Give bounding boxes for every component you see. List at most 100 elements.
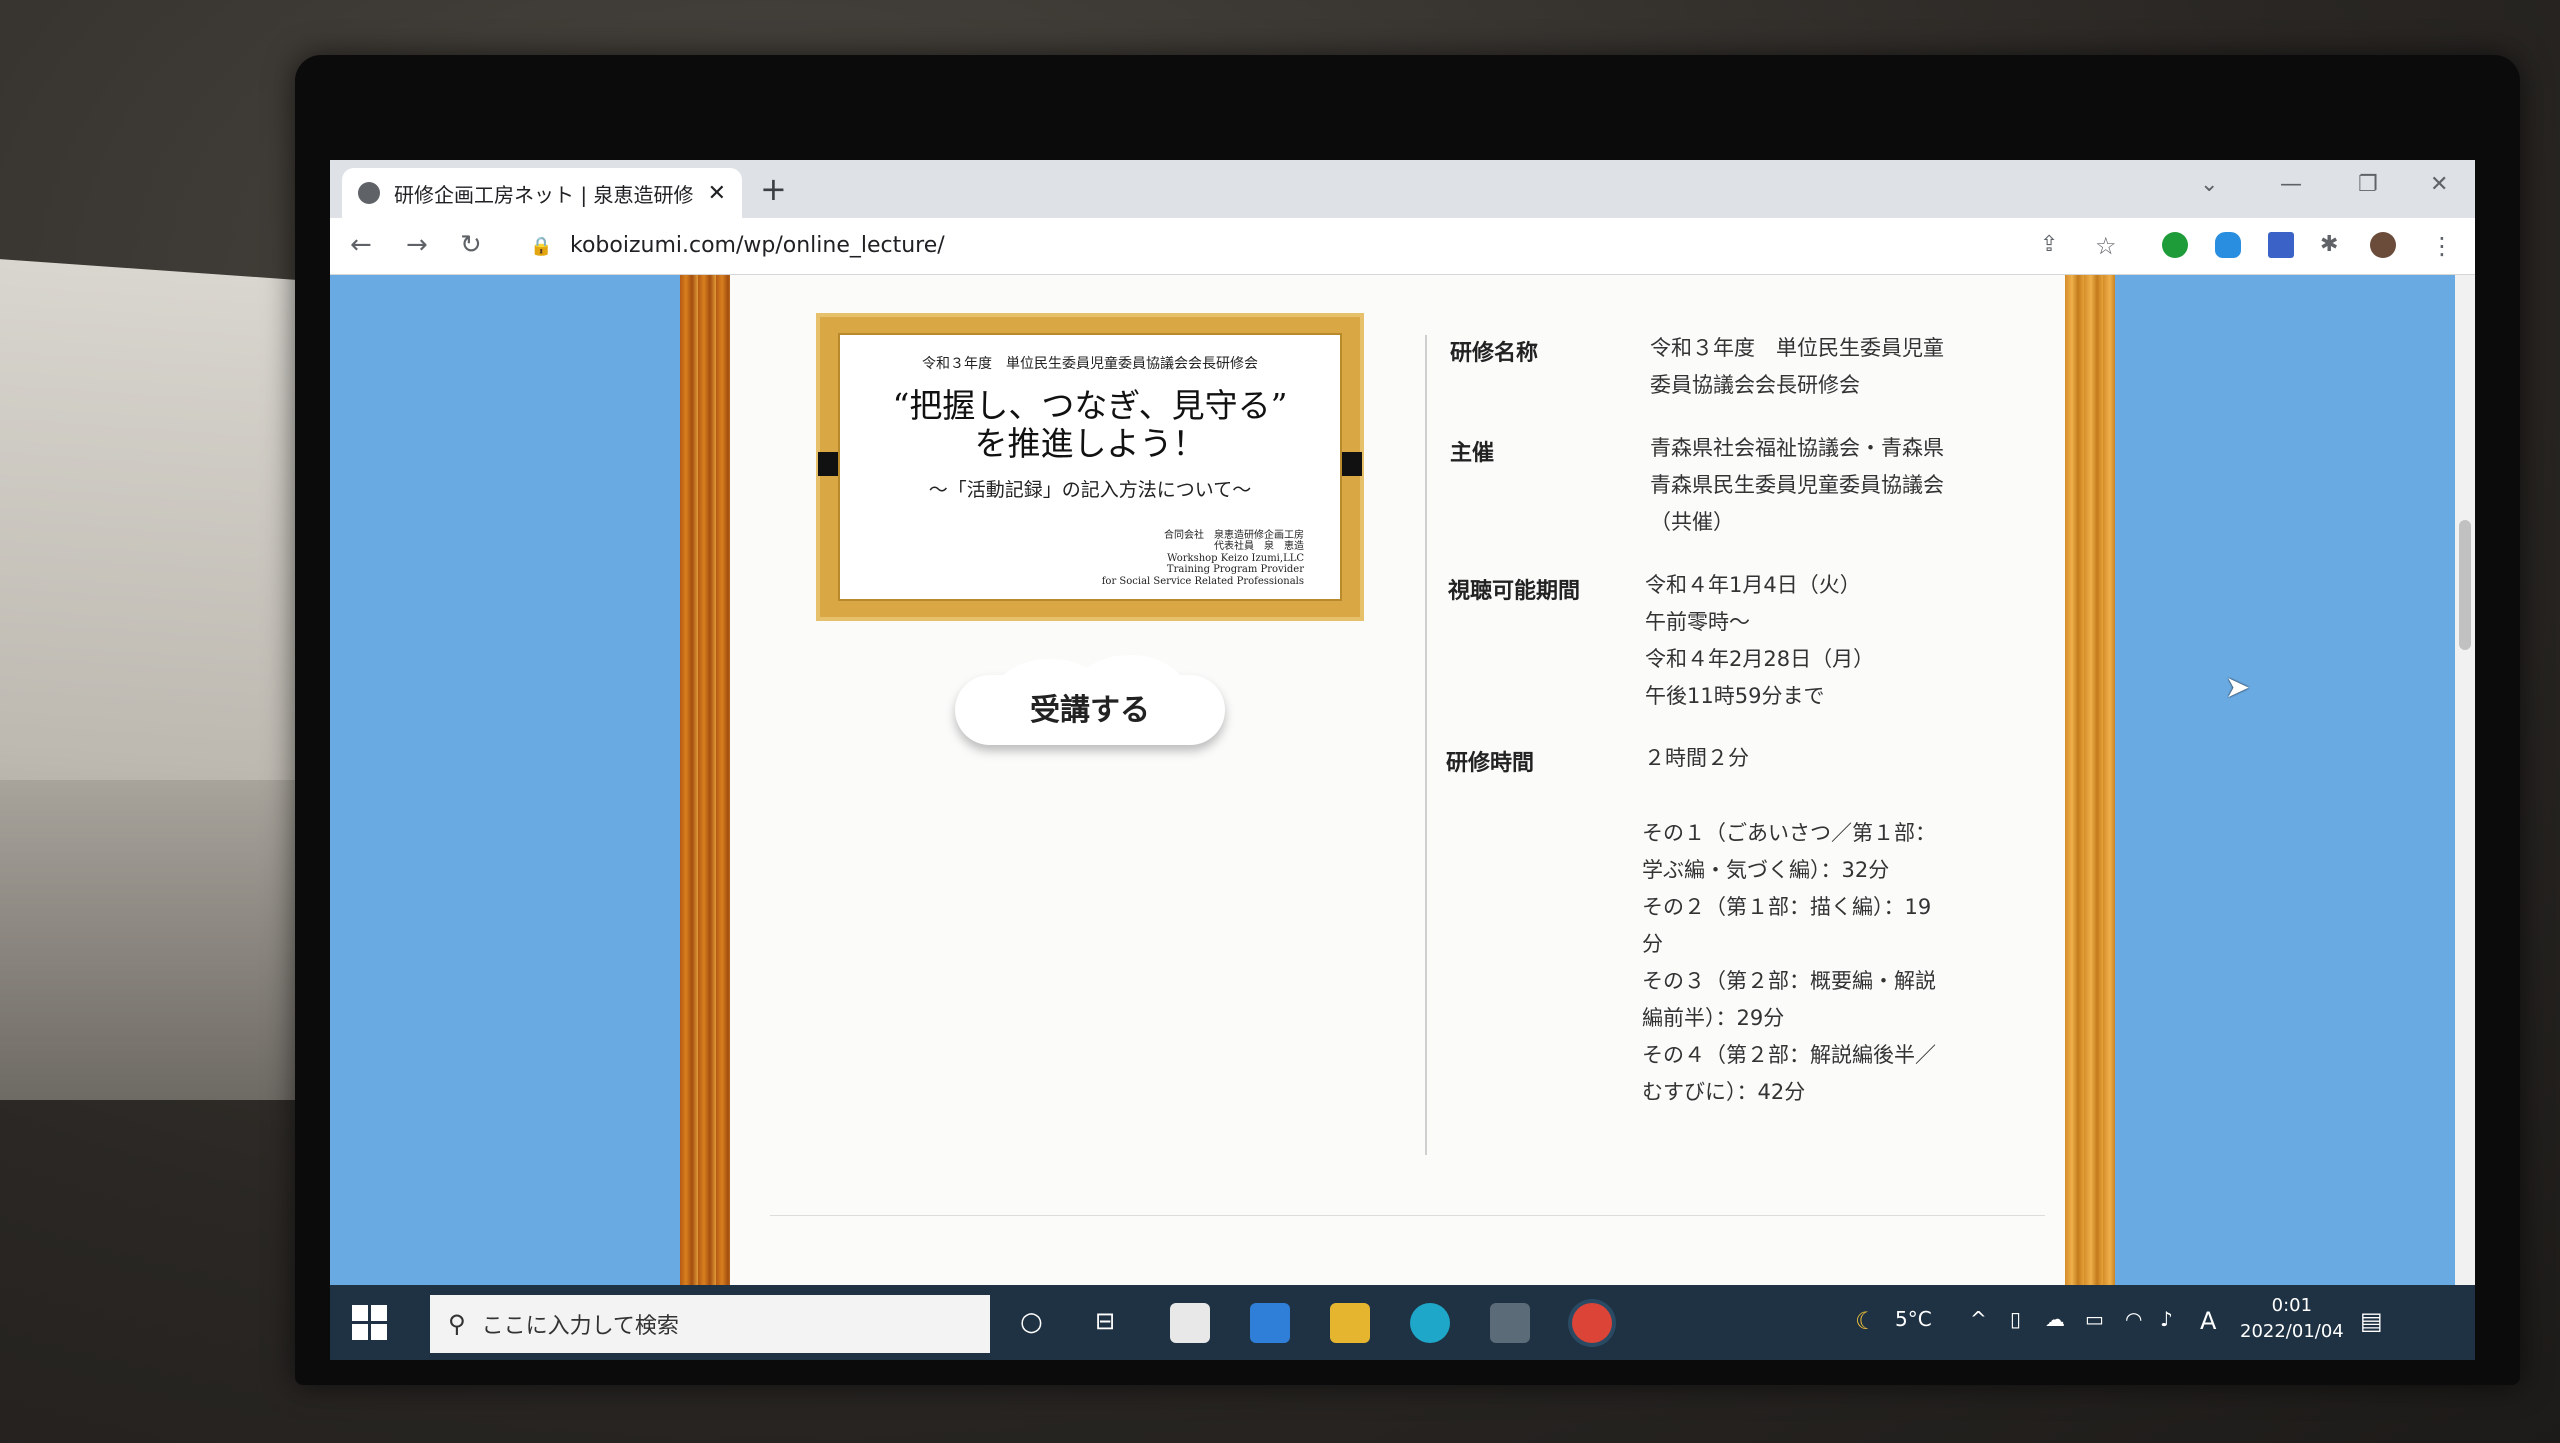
author-line: Workshop Keizo Izumi,LLC (1167, 552, 1304, 564)
value-line: 委員協議会会長研修会 (1650, 373, 1860, 397)
viewing-period-value: 令和４年1月4日（火） 午前零時～ 令和４年2月28日（月） 午後11時59分ま… (1645, 567, 1874, 715)
restore-icon[interactable]: ❐ (2358, 172, 2378, 197)
wood-frame-right (2065, 275, 2115, 1285)
value-line: 青森県民生委員児童委員協議会 (1650, 473, 1944, 497)
author-line: 合同会社 泉恵造研修企画工房 (1164, 529, 1304, 541)
tab-title: 研修企画工房ネット | 泉恵造研修企 (394, 182, 694, 207)
minimize-icon[interactable]: — (2280, 172, 2302, 197)
windows-taskbar: ⚲ ここに入力して検索 ○ ⊟ ☾ 5°C ^ ▯ ☁ ▭ ◠ ♪ A 0:01… (330, 1285, 2475, 1360)
globe-icon (358, 182, 380, 204)
part-line: その２（第１部：描く編）：19 (1642, 895, 1932, 919)
part-line: その３（第２部：概要編・解説 (1642, 969, 1936, 993)
desk-surface (0, 780, 330, 1100)
wood-frame-left (680, 275, 730, 1285)
slide-subtitle: ～「活動記録」の記入方法について～ (928, 478, 1252, 501)
chrome-icon[interactable] (1572, 1303, 1612, 1343)
menu-icon[interactable]: ⋮ (2430, 232, 2456, 260)
taskbar-search[interactable]: ⚲ ここに入力して検索 (430, 1295, 990, 1353)
edge-icon[interactable] (1410, 1303, 1450, 1343)
back-button[interactable]: ← (350, 230, 372, 260)
search-icon: ⚲ (448, 1310, 466, 1338)
scrollbar-thumb[interactable] (2459, 520, 2471, 650)
ime-indicator[interactable]: A (2200, 1307, 2216, 1335)
volume-icon[interactable]: ♪ (2160, 1307, 2173, 1331)
extension-blue-icon[interactable] (2268, 232, 2294, 258)
camera-icon[interactable] (1490, 1303, 1530, 1343)
share-icon[interactable]: ⇪ (2040, 232, 2066, 258)
tab-strip: 研修企画工房ネット | 泉恵造研修企 ✕ + ⌄ — ❐ ✕ (330, 160, 2475, 218)
author-line: Training Program Provider (1166, 564, 1304, 575)
part-line: その４（第２部：解説編後半／ (1642, 1043, 1936, 1067)
tray-chevron-up-icon[interactable]: ^ (1970, 1307, 1987, 1331)
value-line: 午前零時～ (1645, 610, 1750, 634)
page-viewport: 令和３年度 単位民生委員児童委員協議会会長研修会 “把握し、つなぎ、見守る” を… (330, 275, 2455, 1285)
value-line: 青森県社会福祉協議会・青森県 (1650, 436, 1944, 460)
forward-button[interactable]: → (406, 230, 428, 260)
reload-button[interactable]: ↻ (460, 230, 482, 260)
tab-search-chevron-icon[interactable]: ⌄ (2200, 172, 2218, 197)
enroll-button-label: 受講する (1030, 693, 1150, 728)
scrollbar[interactable] (2455, 275, 2475, 1285)
search-placeholder: ここに入力して検索 (481, 1314, 679, 1339)
slide-title-1: “把握し、つなぎ、見守る” (892, 386, 1288, 425)
weather-temp[interactable]: 5°C (1895, 1307, 1932, 1331)
slide-author: 合同会社 泉恵造研修企画工房 代表社員 泉 恵造 Workshop Keizo … (1102, 530, 1304, 588)
onedrive-tray-icon[interactable]: ☁ (2045, 1307, 2065, 1331)
window-close-icon[interactable]: ✕ (2430, 172, 2448, 197)
bookmark-star-icon[interactable]: ☆ (2095, 232, 2121, 260)
info-divider (1425, 335, 1427, 1155)
course-name-value: 令和３年度 単位民生委員児童 委員協議会会長研修会 (1650, 330, 1944, 404)
slide-card: 令和３年度 単位民生委員児童委員協議会会長研修会 “把握し、つなぎ、見守る” を… (838, 333, 1342, 601)
author-line: 代表社員 泉 恵造 (1214, 541, 1304, 552)
taskbar-clock[interactable]: 0:01 2022/01/04 (2240, 1293, 2344, 1345)
browser-tab[interactable]: 研修企画工房ネット | 泉恵造研修企 ✕ (342, 168, 742, 218)
screen: 研修企画工房ネット | 泉恵造研修企 ✕ + ⌄ — ❐ ✕ ← → ↻ 🔒 k… (330, 160, 2475, 1360)
viewing-period-label: 視聴可能期間 (1448, 579, 1581, 604)
wifi-icon[interactable]: ◠ (2125, 1307, 2142, 1331)
task-view-icon[interactable]: ⊟ (1095, 1307, 1115, 1335)
new-tab-button[interactable]: + (760, 170, 787, 208)
browser-toolbar: ← → ↻ 🔒 koboizumi.com/wp/online_lecture/… (330, 218, 2475, 275)
part-line: 分 (1642, 932, 1663, 956)
enroll-button[interactable]: 受講する (955, 655, 1225, 755)
value-line: 令和３年度 単位民生委員児童 (1650, 336, 1944, 360)
weather-moon-icon[interactable]: ☾ (1855, 1307, 1877, 1335)
content-paper: 令和３年度 単位民生委員児童委員協議会会長研修会 “把握し、つなぎ、見守る” を… (730, 275, 2065, 1285)
duration-value: ２時間２分 (1644, 746, 1749, 770)
content-separator (770, 1215, 2045, 1216)
notification-icon[interactable]: ▤ (2360, 1307, 2383, 1335)
part-line: 編前半）：29分 (1642, 1006, 1785, 1030)
value-line: 午後11時59分まで (1645, 684, 1825, 708)
part-line: 学ぶ編・気づく編）：32分 (1642, 858, 1890, 882)
slide-title-2: を推進しよう！ (974, 423, 1206, 463)
slide-top-line: 令和３年度 単位民生委員児童委員協議会会長研修会 (922, 356, 1258, 372)
windows-start-icon[interactable] (352, 1305, 388, 1341)
lecture-thumbnail[interactable]: 令和３年度 単位民生委員児童委員協議会会長研修会 “把握し、つなぎ、見守る” を… (818, 317, 1362, 617)
author-line: for Social Service Related Professionals (1101, 575, 1304, 587)
value-line: 令和４年1月4日（火） (1645, 573, 1861, 597)
host-label: 主催 (1450, 441, 1495, 466)
mouse-cursor-icon: ➤ (2225, 670, 2251, 705)
tray-device-icon[interactable]: ▯ (2010, 1307, 2021, 1331)
microsoft-store-icon[interactable] (1170, 1303, 1210, 1343)
tab-close-icon[interactable]: ✕ (708, 181, 726, 206)
duration-label: 研修時間 (1446, 751, 1535, 776)
extensions-puzzle-icon[interactable]: ✱ (2320, 232, 2346, 258)
host-value: 青森県社会福祉協議会・青森県 青森県民生委員児童委員協議会 （共催） (1650, 430, 1944, 541)
lock-icon[interactable]: 🔒 (530, 236, 552, 257)
value-line: 令和４年2月28日（月） (1645, 647, 1875, 671)
clock-date: 2022/01/04 (2240, 1321, 2344, 1342)
onedrive-icon[interactable] (2215, 232, 2241, 258)
file-explorer-icon[interactable] (1330, 1303, 1370, 1343)
profile-avatar[interactable] (2370, 232, 2396, 258)
course-name-label: 研修名称 (1450, 341, 1539, 366)
part-line: その１（ごあいさつ／第１部： (1642, 821, 1936, 845)
address-bar[interactable]: koboizumi.com/wp/online_lecture/ (570, 233, 945, 258)
part-line: むすびに）：42分 (1642, 1080, 1806, 1104)
mail-icon[interactable] (1250, 1303, 1290, 1343)
parts-list: その１（ごあいさつ／第１部： 学ぶ編・気づく編）：32分 その２（第１部：描く編… (1642, 815, 1936, 1111)
value-line: （共催） (1650, 510, 1734, 534)
extension-green-icon[interactable] (2162, 232, 2188, 258)
cortana-icon[interactable]: ○ (1020, 1307, 1043, 1337)
battery-icon[interactable]: ▭ (2085, 1307, 2104, 1331)
